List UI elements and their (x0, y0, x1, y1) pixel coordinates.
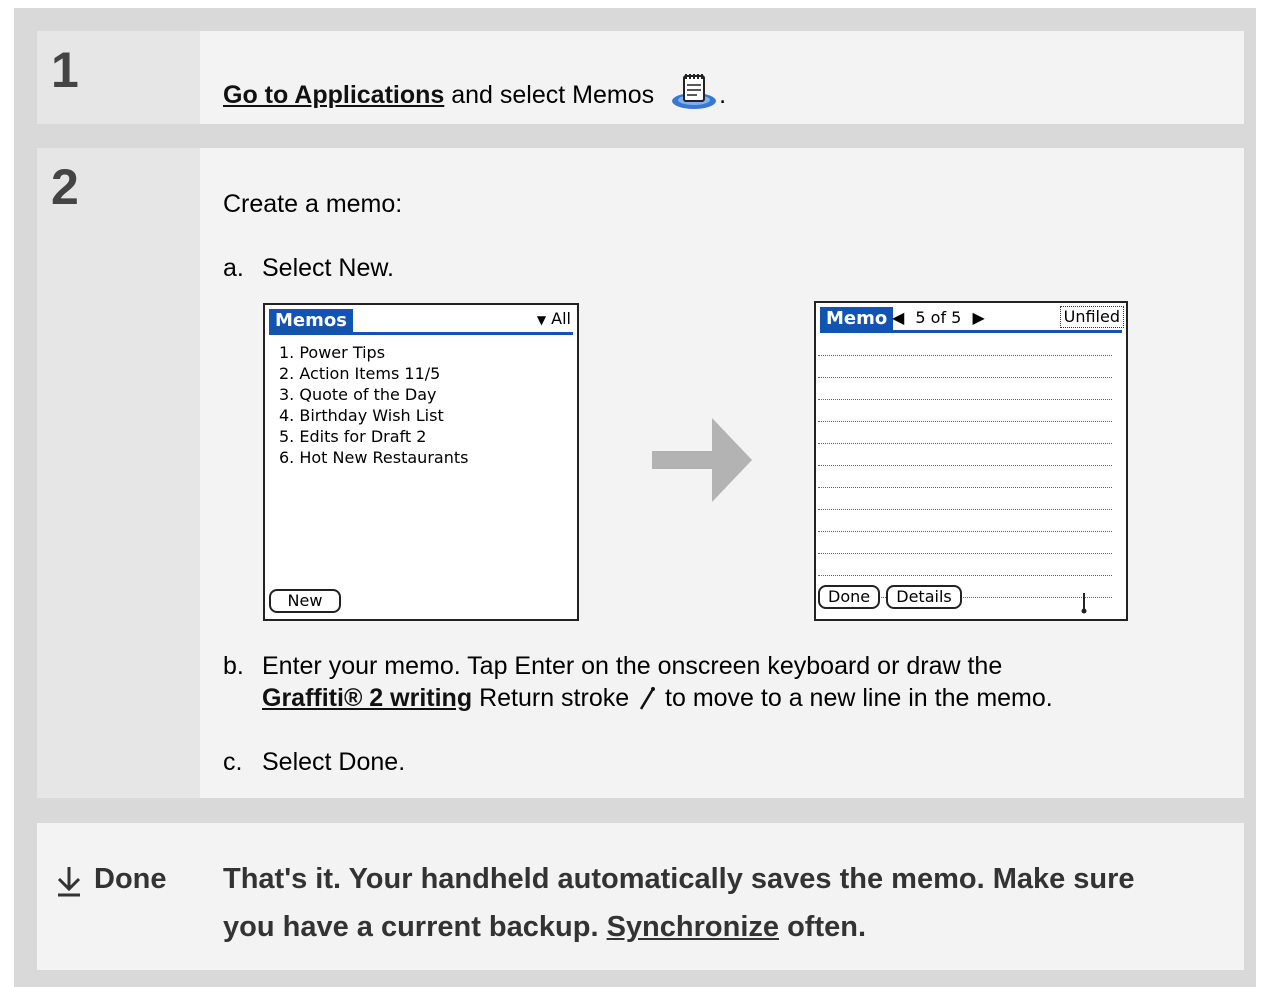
graffiti-writing-link[interactable]: Graffiti® 2 writing (262, 684, 472, 712)
substep-b-line2: Graffiti® 2 writing Return stroke to mov… (262, 684, 1053, 713)
step-number-column: 1 (37, 31, 200, 124)
substep-c-marker: c. (223, 748, 243, 776)
down-arrow-icon (57, 867, 81, 897)
title-rule (820, 330, 1122, 333)
category-selector[interactable]: Unfiled (1059, 306, 1124, 328)
next-arrow-icon[interactable]: ▶ (972, 308, 984, 327)
memos-app-icon (669, 71, 719, 118)
substep-a-marker: a. (223, 254, 244, 282)
step-number: 1 (51, 42, 79, 98)
memo-list: 1. Power Tips 2. Action Items 11/5 3. Qu… (279, 342, 468, 468)
graffiti-cursor-icon (1081, 593, 1087, 614)
step-2: 2 Create a memo: a. Select New. Memos ▼ … (37, 148, 1244, 798)
go-to-applications-link[interactable]: Go to Applications (223, 81, 444, 109)
step-body: Go to Applications and select Memos . (200, 31, 1244, 124)
list-item[interactable]: 4. Birthday Wish List (279, 405, 468, 426)
memos-list-screen: Memos ▼ All 1. Power Tips 2. Action Item… (263, 303, 579, 621)
substep-b-mid: Return stroke (479, 684, 630, 712)
right-arrow-icon (652, 418, 752, 502)
memo-title: Memo (820, 307, 894, 331)
memo-text-area[interactable] (818, 335, 1112, 599)
substep-b-end: to move to a new line in the memo. (665, 684, 1053, 712)
new-button[interactable]: New (269, 589, 341, 613)
list-item[interactable]: 2. Action Items 11/5 (279, 363, 468, 384)
substep-c-text: Select Done. (262, 748, 406, 776)
step-1-text: Go to Applications and select Memos . (223, 71, 726, 118)
memo-position: 5 of 5 (915, 308, 962, 327)
substep-b-marker: b. (223, 652, 244, 680)
list-item[interactable]: 1. Power Tips (279, 342, 468, 363)
memo-navigation: ◀ 5 of 5 ▶ (892, 307, 985, 329)
step-1-instruction: and select Memos (451, 81, 655, 109)
dropdown-triangle-icon: ▼ (536, 313, 547, 327)
title-rule (269, 332, 573, 335)
step-number: 2 (51, 159, 79, 215)
step-1: 1 Go to Applications and select Memos . (37, 31, 1244, 124)
step-2-intro: Create a memo: (223, 190, 403, 218)
done-text-line2-post: often. (787, 911, 867, 943)
step-body: Create a memo: a. Select New. Memos ▼ Al… (200, 148, 1244, 798)
done-text-line2: you have a current backup. Synchronize o… (223, 911, 866, 944)
category-selector[interactable]: ▼ All (537, 309, 571, 330)
step-1-period: . (719, 81, 727, 109)
category-value: All (551, 309, 571, 328)
synchronize-link[interactable]: Synchronize (607, 911, 779, 943)
step-number-column: 2 (37, 148, 200, 798)
done-label: Done (94, 863, 167, 895)
previous-arrow-icon[interactable]: ◀ (892, 308, 904, 327)
done-button[interactable]: Done (818, 585, 880, 609)
done-text-line1: That's it. Your handheld automatically s… (223, 863, 1135, 895)
substep-a-text: Select New. (262, 254, 395, 282)
done-section: Done That's it. Your handheld automatica… (37, 823, 1244, 970)
list-item[interactable]: 5. Edits for Draft 2 (279, 426, 468, 447)
list-item[interactable]: 6. Hot New Restaurants (279, 447, 468, 468)
memos-title: Memos (269, 309, 353, 333)
substep-b-line1: Enter your memo. Tap Enter on the onscre… (262, 652, 1003, 680)
done-text-line2-pre: you have a current backup. (223, 911, 599, 943)
return-stroke-icon (640, 687, 656, 710)
memo-edit-screen: Memo ◀ 5 of 5 ▶ Unfiled Done Details (814, 301, 1128, 621)
list-item[interactable]: 3. Quote of the Day (279, 384, 468, 405)
details-button[interactable]: Details (886, 585, 962, 609)
